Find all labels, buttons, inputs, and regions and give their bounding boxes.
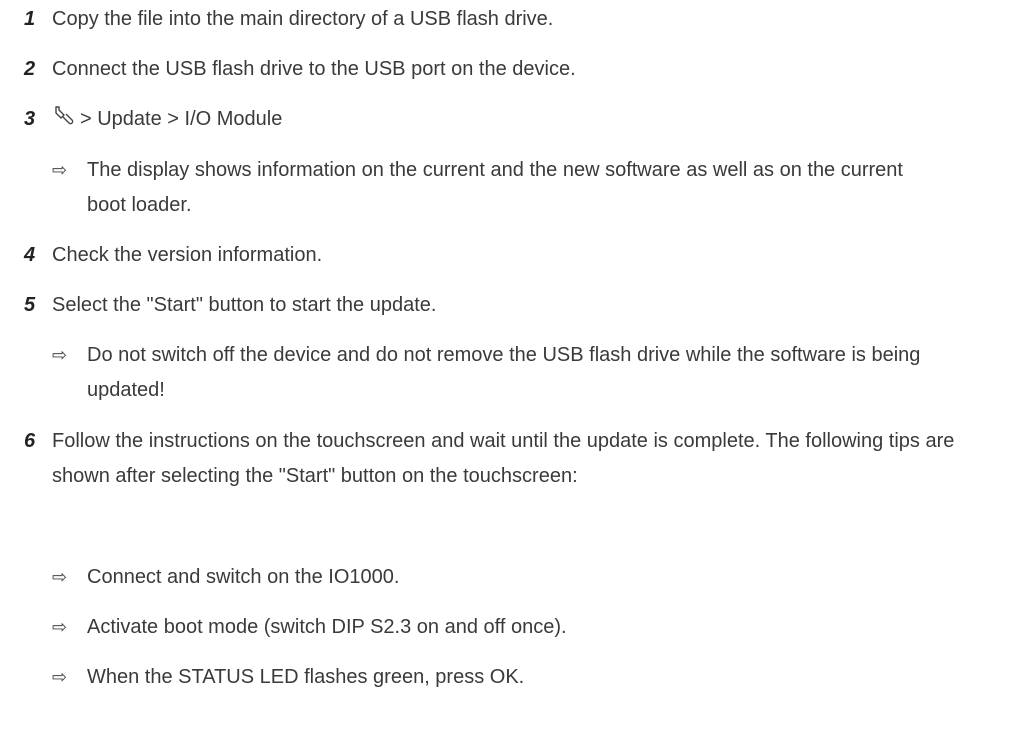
step-number: 5 <box>24 294 36 316</box>
step-6: 6 Follow the instructions on the touchsc… <box>0 424 1002 494</box>
result-text: When the STATUS LED flashes green, press… <box>87 666 525 688</box>
step-text: Copy the file into the main directory of… <box>52 8 554 30</box>
result-text: Activate boot mode (switch DIP S2.3 on a… <box>87 616 567 638</box>
step-1: 1 Copy the file into the main directory … <box>0 2 1012 37</box>
result-arrow-icon: ⇨ <box>52 667 68 688</box>
result-arrow-icon: ⇨ <box>52 345 68 366</box>
wrench-icon <box>52 104 74 126</box>
result-arrow-icon: ⇨ <box>52 160 68 181</box>
step-number: 4 <box>24 244 36 266</box>
step-6-result-1: ⇨ Connect and switch on the IO1000. <box>0 560 947 595</box>
step-number: 6 <box>24 430 36 452</box>
step-text: Connect the USB flash drive to the USB p… <box>52 58 576 80</box>
step-text: > Update > I/O Module <box>80 108 283 130</box>
step-6-result-2: ⇨ Activate boot mode (switch DIP S2.3 on… <box>0 610 947 645</box>
step-3: 3 > Update > I/O Module <box>0 102 1012 137</box>
step-6-result-3: ⇨ When the STATUS LED flashes green, pre… <box>0 660 947 695</box>
result-arrow-icon: ⇨ <box>52 617 68 638</box>
result-text: The display shows information on the cur… <box>87 159 903 216</box>
step-number: 1 <box>24 8 36 30</box>
step-number: 3 <box>24 108 36 130</box>
step-3-result: ⇨ The display shows information on the c… <box>0 153 947 223</box>
step-text: Select the "Start" button to start the u… <box>52 294 437 316</box>
step-4: 4 Check the version information. <box>0 238 1012 273</box>
result-arrow-icon: ⇨ <box>52 567 68 588</box>
step-text: Follow the instructions on the touchscre… <box>52 430 955 487</box>
result-text: Do not switch off the device and do not … <box>87 344 921 401</box>
step-number: 2 <box>24 58 36 80</box>
step-5-result: ⇨ Do not switch off the device and do no… <box>0 338 947 408</box>
step-5: 5 Select the "Start" button to start the… <box>0 288 1012 323</box>
step-2: 2 Connect the USB flash drive to the USB… <box>0 52 1012 87</box>
step-text: Check the version information. <box>52 244 323 266</box>
result-text: Connect and switch on the IO1000. <box>87 566 400 588</box>
